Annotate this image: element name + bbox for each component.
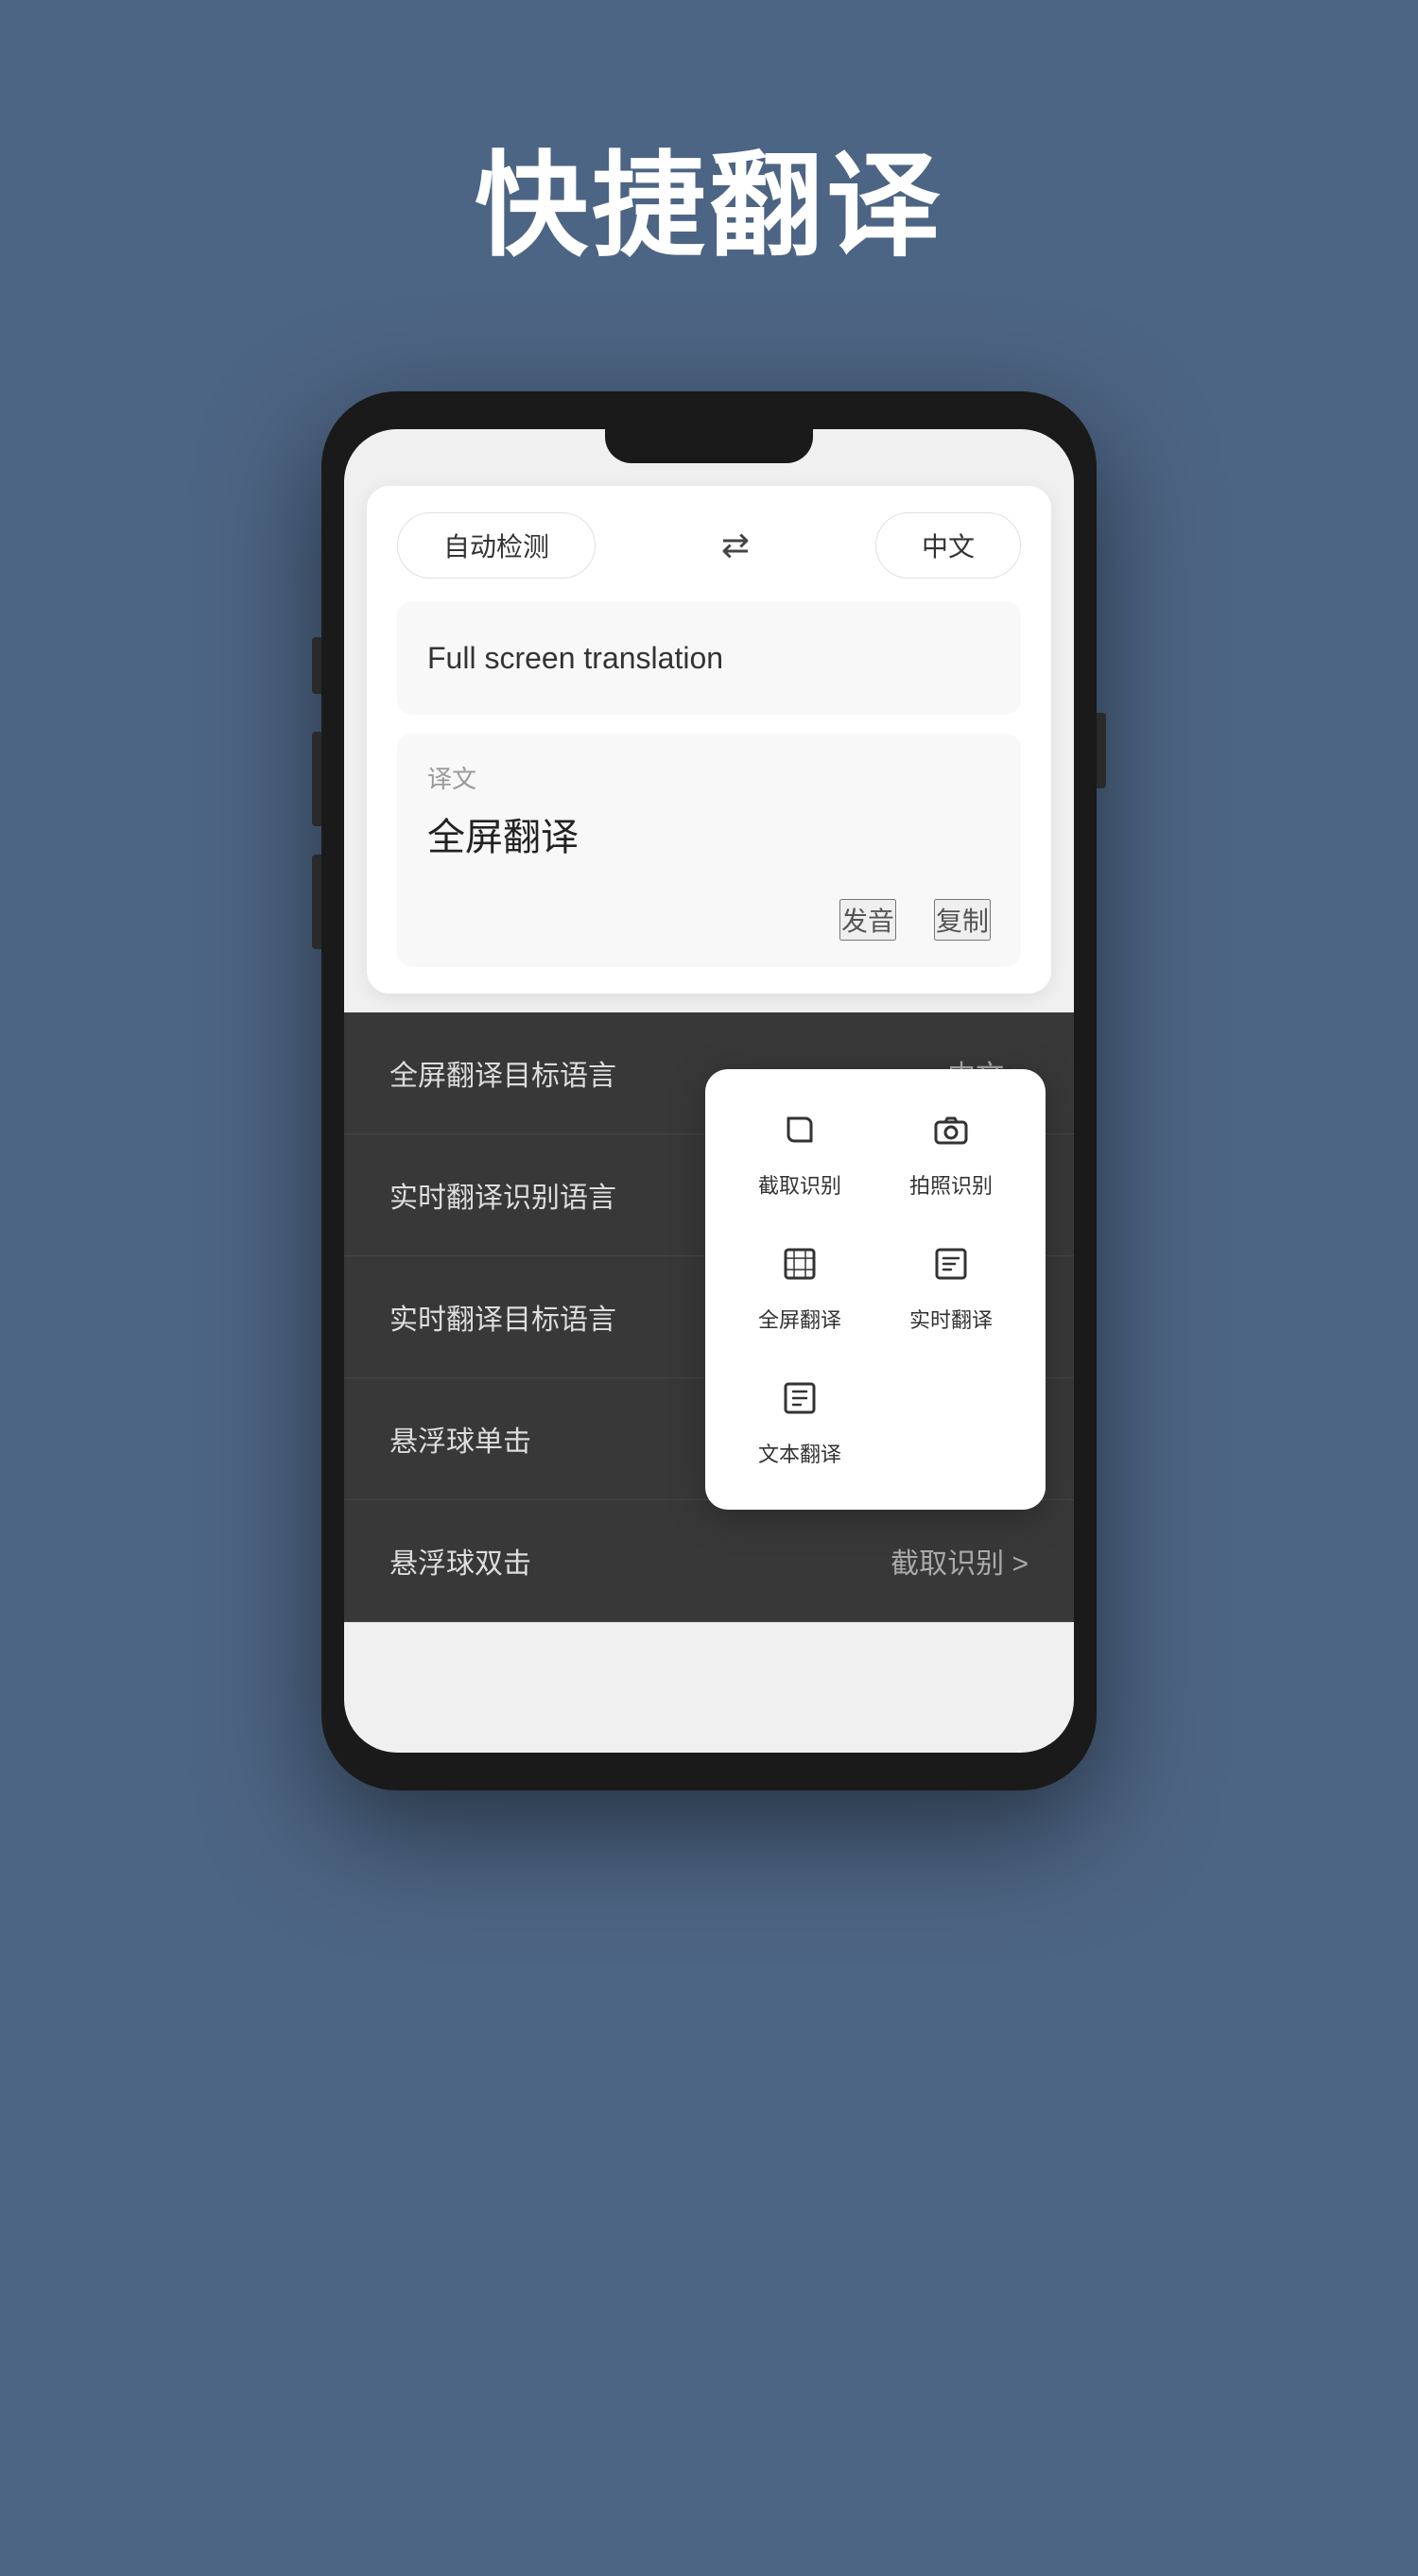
settings-label-2: 实时翻译目标语言 xyxy=(389,1296,616,1338)
quick-popup: 截取识别 拍照识别 xyxy=(705,1069,1046,1510)
swap-icon[interactable]: ⇄ xyxy=(721,526,750,565)
output-label: 译文 xyxy=(427,760,991,795)
target-lang-button[interactable]: 中文 xyxy=(875,512,1021,579)
settings-label-4: 悬浮球双击 xyxy=(389,1540,531,1582)
input-text: Full screen translation xyxy=(427,641,723,676)
quick-item-label-realtime: 实时翻译 xyxy=(909,1304,993,1334)
quick-item-realtime[interactable]: 实时翻译 xyxy=(879,1226,1023,1353)
pronounce-button[interactable]: 发音 xyxy=(839,899,896,941)
settings-value-4: 截取识别 > xyxy=(891,1540,1029,1582)
text-icon xyxy=(781,1379,819,1426)
source-lang-button[interactable]: 自动检测 xyxy=(397,512,596,579)
phone-notch xyxy=(605,429,813,463)
lang-selector-row: 自动检测 ⇄ 中文 xyxy=(397,512,1021,579)
phone-btn-left-3 xyxy=(312,855,321,949)
quick-item-text[interactable]: 文本翻译 xyxy=(728,1360,872,1487)
quick-item-label-camera: 拍照识别 xyxy=(909,1169,993,1200)
page-title: 快捷翻译 xyxy=(475,113,943,278)
realtime-icon xyxy=(932,1245,970,1292)
output-text: 全屏翻译 xyxy=(427,806,991,861)
quick-item-label-fullscreen: 全屏翻译 xyxy=(758,1304,841,1334)
settings-row-4[interactable]: 悬浮球双击 截取识别 > xyxy=(344,1500,1074,1622)
settings-area: 全屏翻译目标语言 中文 > 实时翻译识别语言 实时翻译目标语言 悬浮球单击 功能… xyxy=(344,1012,1074,1622)
settings-label-3: 悬浮球单击 xyxy=(389,1418,531,1460)
translator-card: 自动检测 ⇄ 中文 Full screen translation 译文 全屏翻… xyxy=(367,486,1051,994)
copy-button[interactable]: 复制 xyxy=(934,899,991,941)
settings-label-1: 实时翻译识别语言 xyxy=(389,1174,616,1216)
output-actions: 发音 复制 xyxy=(427,899,991,941)
phone-frame: 自动检测 ⇄ 中文 Full screen translation 译文 全屏翻… xyxy=(321,391,1097,1790)
quick-item-camera[interactable]: 拍照识别 xyxy=(879,1092,1023,1219)
phone-screen: 自动检测 ⇄ 中文 Full screen translation 译文 全屏翻… xyxy=(344,429,1074,1753)
phone-btn-left-2 xyxy=(312,732,321,826)
quick-item-label-crop: 截取识别 xyxy=(758,1169,841,1200)
fullscreen-icon xyxy=(781,1245,819,1292)
quick-item-crop[interactable]: 截取识别 xyxy=(728,1092,872,1219)
output-box: 译文 全屏翻译 发音 复制 xyxy=(397,734,1021,967)
settings-label-0: 全屏翻译目标语言 xyxy=(389,1052,616,1094)
quick-item-fullscreen[interactable]: 全屏翻译 xyxy=(728,1226,872,1353)
phone-btn-right xyxy=(1097,713,1106,788)
crop-icon xyxy=(781,1111,819,1158)
quick-item-label-text: 文本翻译 xyxy=(758,1438,841,1468)
phone-btn-left-1 xyxy=(312,637,321,694)
camera-icon xyxy=(932,1111,970,1158)
input-box[interactable]: Full screen translation xyxy=(397,601,1021,715)
